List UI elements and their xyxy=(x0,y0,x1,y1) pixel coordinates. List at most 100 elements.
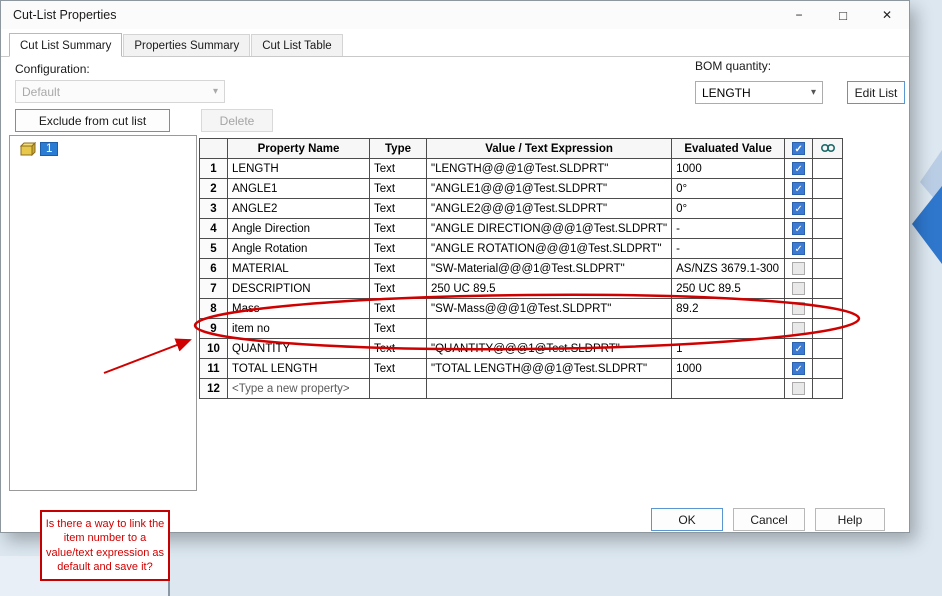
edit-list-button[interactable]: Edit List xyxy=(847,81,905,104)
property-name-cell[interactable]: Mass xyxy=(227,298,370,319)
row-checkbox[interactable] xyxy=(792,322,806,335)
property-name-cell[interactable]: QUANTITY xyxy=(227,338,370,359)
checkbox-cell[interactable]: ✓ xyxy=(784,198,814,219)
row-checkbox[interactable]: ✓ xyxy=(792,222,806,235)
ok-button[interactable]: OK xyxy=(651,508,723,531)
evaluated-value-cell: 1000 xyxy=(671,158,786,179)
property-name-cell[interactable]: <Type a new property> xyxy=(227,378,370,399)
expression-cell[interactable] xyxy=(425,318,673,339)
row-checkbox[interactable]: ✓ xyxy=(792,182,806,195)
property-name-cell[interactable]: MATERIAL xyxy=(227,258,370,279)
row-number-cell: 5 xyxy=(199,238,228,259)
expression-cell[interactable] xyxy=(425,378,673,399)
link-cell xyxy=(812,238,844,259)
tab-cut-list-table[interactable]: Cut List Table xyxy=(251,34,343,56)
expression-cell[interactable]: "ANGLE DIRECTION@@@1@Test.SLDPRT" xyxy=(425,218,673,239)
checkbox-cell[interactable] xyxy=(784,318,814,339)
type-cell[interactable]: Text xyxy=(369,298,427,319)
type-cell[interactable] xyxy=(369,378,427,399)
property-name-cell[interactable]: ANGLE1 xyxy=(227,178,370,199)
type-cell[interactable]: Text xyxy=(369,318,427,339)
checkbox-cell[interactable]: ✓ xyxy=(784,178,814,199)
type-cell[interactable]: Text xyxy=(369,238,427,259)
type-cell[interactable]: Text xyxy=(369,158,427,179)
checkbox-cell[interactable]: ✓ xyxy=(784,358,814,379)
property-name-cell[interactable]: item no xyxy=(227,318,370,339)
property-name-cell[interactable]: LENGTH xyxy=(227,158,370,179)
type-cell[interactable]: Text xyxy=(369,358,427,379)
row-number-cell: 11 xyxy=(199,358,228,379)
checkbox-cell[interactable] xyxy=(784,258,814,279)
minimize-button[interactable]: − xyxy=(777,1,821,29)
expression-header[interactable]: Value / Text Expression xyxy=(425,138,673,159)
expression-cell[interactable]: "TOTAL LENGTH@@@1@Test.SLDPRT" xyxy=(425,358,673,379)
checkbox-cell[interactable]: ✓ xyxy=(784,218,814,239)
row-checkbox[interactable]: ✓ xyxy=(792,342,806,355)
property-name-cell[interactable]: DESCRIPTION xyxy=(227,278,370,299)
chevron-down-icon: ▾ xyxy=(212,86,218,97)
checkbox-cell[interactable]: ✓ xyxy=(784,338,814,359)
expression-cell[interactable]: "SW-Material@@@1@Test.SLDPRT" xyxy=(425,258,673,279)
tree-item-cut-list-1[interactable]: 1 xyxy=(20,142,196,156)
row-checkbox[interactable] xyxy=(792,282,806,295)
type-cell[interactable]: Text xyxy=(369,178,427,199)
link-cell xyxy=(812,158,844,179)
evaluated-value-cell: AS/NZS 3679.1-300 xyxy=(671,258,786,279)
row-checkbox[interactable] xyxy=(792,382,806,395)
table-row: 7 DESCRIPTION Text 250 UC 89.5 250 UC 89.5 xyxy=(199,278,844,299)
link-cell xyxy=(812,218,844,239)
property-name-cell[interactable]: TOTAL LENGTH xyxy=(227,358,370,379)
row-checkbox[interactable] xyxy=(792,262,806,275)
checkbox-cell[interactable] xyxy=(784,378,814,399)
tab-cut-list-summary[interactable]: Cut List Summary xyxy=(9,33,123,57)
bom-quantity-dropdown[interactable]: LENGTH ▾ xyxy=(695,81,823,104)
checkbox-column-header[interactable]: ✓ xyxy=(784,138,814,159)
checkbox-cell[interactable] xyxy=(784,278,814,299)
row-checkbox[interactable]: ✓ xyxy=(792,202,806,215)
checkbox-cell[interactable]: ✓ xyxy=(784,238,814,259)
help-button[interactable]: Help xyxy=(815,508,885,531)
expression-cell[interactable]: "LENGTH@@@1@Test.SLDPRT" xyxy=(425,158,673,179)
row-number-cell: 1 xyxy=(199,158,228,179)
type-header[interactable]: Type xyxy=(369,138,427,159)
checkbox-cell[interactable]: ✓ xyxy=(784,158,814,179)
expression-cell[interactable]: "QUANTITY@@@1@Test.SLDPRT" xyxy=(425,338,673,359)
expression-cell[interactable]: "ANGLE ROTATION@@@1@Test.SLDPRT" xyxy=(425,238,673,259)
type-cell[interactable]: Text xyxy=(369,278,427,299)
evaluated-value-header[interactable]: Evaluated Value xyxy=(671,138,786,159)
row-number-header xyxy=(199,138,228,159)
expression-cell[interactable]: "ANGLE2@@@1@Test.SLDPRT" xyxy=(425,198,673,219)
evaluated-value-cell: - xyxy=(671,238,786,259)
configuration-value: Default xyxy=(22,84,61,99)
type-cell[interactable]: Text xyxy=(369,258,427,279)
tab-properties-summary[interactable]: Properties Summary xyxy=(123,34,251,56)
configuration-dropdown[interactable]: Default ▾ xyxy=(15,80,225,103)
property-name-cell[interactable]: Angle Rotation xyxy=(227,238,370,259)
expression-cell[interactable]: 250 UC 89.5 xyxy=(425,278,673,299)
table-row: 4 Angle Direction Text "ANGLE DIRECTION@@@1… xyxy=(199,218,844,239)
row-checkbox[interactable]: ✓ xyxy=(792,242,806,255)
cut-list-properties-dialog: Cut-List Properties − □ ✕ Cut List Summa… xyxy=(0,0,910,582)
row-checkbox[interactable]: ✓ xyxy=(792,362,806,375)
configuration-label: Configuration: xyxy=(15,62,90,76)
property-name-cell[interactable]: Angle Direction xyxy=(227,218,370,239)
exclude-from-cut-list-button[interactable]: Exclude from cut list xyxy=(15,109,170,132)
type-cell[interactable]: Text xyxy=(369,338,427,359)
property-name-header[interactable]: Property Name xyxy=(227,138,370,159)
delete-button[interactable]: Delete xyxy=(201,109,273,132)
property-name-cell[interactable]: ANGLE2 xyxy=(227,198,370,219)
evaluated-value-cell: 250 UC 89.5 xyxy=(671,278,786,299)
evaluated-value-cell xyxy=(671,318,786,339)
maximize-button[interactable]: □ xyxy=(821,1,865,29)
checkbox-cell[interactable] xyxy=(784,298,814,319)
expression-cell[interactable]: "SW-Mass@@@1@Test.SLDPRT" xyxy=(425,298,673,319)
select-all-checkbox[interactable]: ✓ xyxy=(792,142,806,155)
close-button[interactable]: ✕ xyxy=(865,1,909,29)
table-row: 1 LENGTH Text "LENGTH@@@1@Test.SLDPRT" 1000 ✓ xyxy=(199,158,844,179)
type-cell[interactable]: Text xyxy=(369,218,427,239)
expression-cell[interactable]: "ANGLE1@@@1@Test.SLDPRT" xyxy=(425,178,673,199)
cancel-button[interactable]: Cancel xyxy=(733,508,805,531)
type-cell[interactable]: Text xyxy=(369,198,427,219)
row-checkbox[interactable] xyxy=(792,302,806,315)
row-checkbox[interactable]: ✓ xyxy=(792,162,806,175)
